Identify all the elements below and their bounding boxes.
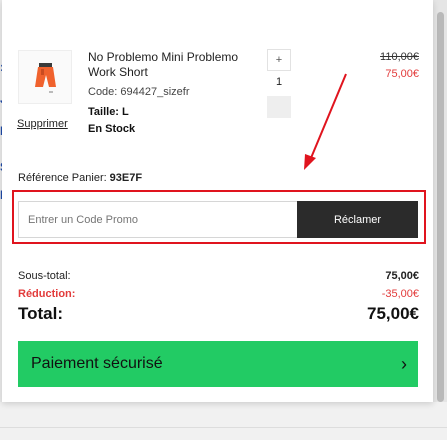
quantity-value: 1 bbox=[275, 76, 283, 88]
increase-quantity-button[interactable]: + bbox=[267, 49, 291, 71]
total-label: Total: bbox=[18, 304, 64, 323]
scrollbar-track[interactable] bbox=[433, 0, 447, 440]
secure-payment-label: Paiement sécurisé bbox=[31, 355, 163, 372]
subtotal-label: Sous-total: bbox=[18, 270, 71, 282]
cart-reference: Référence Panier: 93E7F bbox=[18, 172, 142, 184]
discount-label: Réduction: bbox=[18, 288, 76, 300]
cart-reference-value: 93E7F bbox=[109, 172, 143, 184]
scrollbar-thumb[interactable] bbox=[437, 12, 444, 402]
quantity-stepper: + 1 bbox=[267, 49, 291, 119]
original-price: 110,00€ bbox=[380, 51, 419, 63]
page-footer-background bbox=[0, 402, 447, 440]
discount-value: -35,00€ bbox=[381, 288, 419, 300]
shorts-product-image bbox=[35, 63, 56, 93]
promo-code-input[interactable] bbox=[18, 201, 297, 238]
product-name[interactable]: No Problemo Mini Problemo Work Short bbox=[88, 50, 258, 80]
total-value: 75,00€ bbox=[367, 304, 419, 323]
decrease-quantity-button[interactable] bbox=[267, 96, 291, 118]
remove-item-link[interactable]: Supprimer bbox=[17, 118, 68, 130]
chevron-right-icon: › bbox=[401, 354, 407, 374]
cart-reference-label: Référence Panier: bbox=[18, 172, 107, 184]
product-thumbnail bbox=[18, 50, 72, 104]
divider bbox=[0, 427, 447, 428]
product-code: Code: 694427_sizefr bbox=[88, 86, 190, 98]
secure-payment-button[interactable]: Paiement sécurisé › bbox=[18, 341, 418, 387]
claim-promo-button[interactable]: Réclamer bbox=[297, 201, 418, 238]
discounted-price: 75,00€ bbox=[385, 68, 419, 80]
subtotal-value: 75,00€ bbox=[385, 270, 419, 282]
stock-status: En Stock bbox=[88, 123, 136, 135]
product-size: Taille: L bbox=[88, 106, 129, 118]
